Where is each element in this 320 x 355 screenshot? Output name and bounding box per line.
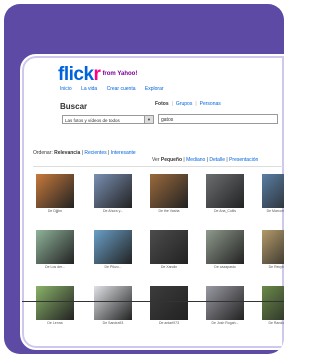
sort-recientes[interactable]: Recientes	[84, 150, 106, 156]
cat-photo[interactable]	[94, 286, 132, 320]
chevron-down-icon: ▼	[144, 116, 153, 123]
cat-photo[interactable]	[206, 174, 244, 208]
cat-photo[interactable]	[94, 174, 132, 208]
result-caption[interactable]: De antari973	[144, 321, 194, 325]
result-thumbnail[interactable]: De Marcomonarca	[262, 174, 284, 213]
search-title: Buscar	[60, 102, 88, 111]
sort-bar: Ordenar: Relevancia | Recientes | Intere…	[33, 150, 136, 156]
cat-photo[interactable]	[94, 230, 132, 264]
result-thumbnail[interactable]: De Ahora y...	[94, 174, 132, 213]
result-caption[interactable]: De the Vasha	[144, 209, 194, 213]
sort-relevancia[interactable]: Relevancia	[54, 150, 80, 156]
result-caption[interactable]: De Xandin	[144, 265, 194, 269]
tab-grupos[interactable]: Grupos	[176, 101, 192, 107]
result-caption[interactable]: De Josh Rogah...	[200, 321, 250, 325]
flickr-logo[interactable]: flickr from Yahoo!	[58, 64, 137, 86]
search-input[interactable]: gatos	[158, 114, 278, 124]
divider	[33, 166, 283, 167]
cat-photo[interactable]	[150, 174, 188, 208]
view-presentacion[interactable]: Presentación	[229, 157, 258, 163]
sort-interesante[interactable]: Interesante	[111, 150, 136, 156]
nav-inicio[interactable]: Inicio	[60, 86, 72, 92]
cat-photo[interactable]	[150, 286, 188, 320]
result-thumbnail[interactable]: De Los der...	[36, 230, 74, 269]
search-mode-tabs: Fotos | Grupos | Personas	[155, 101, 221, 107]
view-pequeno[interactable]: Pequeño	[161, 157, 182, 163]
result-thumbnail[interactable]: De Josh Rogah...	[206, 286, 244, 325]
view-mediano[interactable]: Mediano	[186, 157, 205, 163]
result-thumbnail[interactable]: De Pikvo...	[94, 230, 132, 269]
search-scope-select[interactable]: Las fotos y vídeos de todos ▼	[62, 115, 154, 124]
result-thumbnail[interactable]: De Sandra93	[94, 286, 132, 325]
result-thumbnail[interactable]: De Rando Oroci	[262, 286, 284, 325]
result-caption[interactable]: De Recyb Oroci	[256, 265, 284, 269]
result-thumbnail[interactable]: De Djjjbn	[36, 174, 74, 213]
result-thumbnail[interactable]: De Recyb Oroci	[262, 230, 284, 269]
result-caption[interactable]: De Los der...	[30, 265, 80, 269]
result-caption[interactable]: De Sandra93	[88, 321, 138, 325]
cat-photo[interactable]	[262, 286, 284, 320]
tab-fotos[interactable]: Fotos	[155, 101, 169, 107]
nav-la-vida[interactable]: La vida	[81, 86, 97, 92]
result-caption[interactable]: De Ahora y...	[88, 209, 138, 213]
cat-photo[interactable]	[36, 174, 74, 208]
horizontal-rule	[22, 301, 284, 302]
result-caption[interactable]: De cazapasto	[200, 265, 250, 269]
result-thumbnail[interactable]: De Xandin	[150, 230, 188, 269]
result-caption[interactable]: De Lenna	[30, 321, 80, 325]
tab-personas[interactable]: Personas	[200, 101, 221, 107]
nav-crear-cuenta[interactable]: Crear cuenta	[107, 86, 136, 92]
result-caption[interactable]: De Pikvo...	[88, 265, 138, 269]
cat-photo[interactable]	[262, 174, 284, 208]
cat-photo[interactable]	[206, 230, 244, 264]
cat-photo[interactable]	[150, 230, 188, 264]
result-caption[interactable]: De Marcomonarca	[256, 209, 284, 213]
result-thumbnail[interactable]: De cazapasto	[206, 230, 244, 269]
result-thumbnail[interactable]: De the Vasha	[150, 174, 188, 213]
cat-photo[interactable]	[206, 286, 244, 320]
top-nav: Inicio La vida Crear cuenta Explorar	[60, 86, 172, 92]
result-thumbnail[interactable]: De Ana_Cullis	[206, 174, 244, 213]
browser-card: flickr from Yahoo! Inicio La vida Crear c…	[20, 54, 284, 350]
result-thumbnail[interactable]: De antari973	[150, 286, 188, 325]
cat-photo[interactable]	[262, 230, 284, 264]
result-caption[interactable]: De Ana_Cullis	[200, 209, 250, 213]
view-bar: Ver Pequeño | Mediano | Detalle | Presen…	[152, 157, 259, 163]
view-detalle[interactable]: Detalle	[209, 157, 225, 163]
cat-photo[interactable]	[36, 230, 74, 264]
result-caption[interactable]: De Djjjbn	[30, 209, 80, 213]
result-thumbnail[interactable]: De Lenna	[36, 286, 74, 325]
background-frame: flickr from Yahoo! Inicio La vida Crear c…	[4, 4, 284, 354]
nav-explorar[interactable]: Explorar	[145, 86, 164, 92]
cat-photo[interactable]	[36, 286, 74, 320]
result-caption[interactable]: De Rando Oroci	[256, 321, 284, 325]
